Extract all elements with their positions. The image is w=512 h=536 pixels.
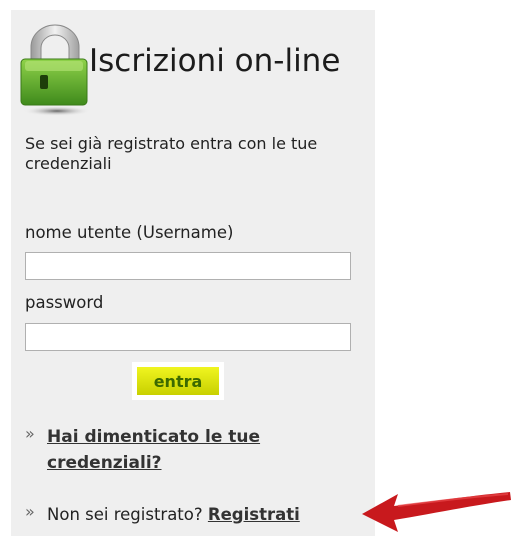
red-arrow-icon xyxy=(362,492,511,532)
chevron-right-icon: » xyxy=(25,502,35,521)
forgot-credentials-link[interactable]: Hai dimenticato le tue credenziali? xyxy=(47,424,327,476)
login-button[interactable]: entra xyxy=(137,367,219,395)
username-input[interactable] xyxy=(25,252,351,280)
password-input[interactable] xyxy=(25,323,351,351)
password-label: password xyxy=(25,293,104,312)
chevron-right-icon: » xyxy=(25,424,35,443)
username-label: nome utente (Username) xyxy=(25,223,234,242)
not-registered-text: Non sei registrato? xyxy=(47,505,203,524)
page-title: Iscrizioni on-line xyxy=(89,43,341,79)
register-link[interactable]: Registrati xyxy=(208,505,300,524)
register-prompt: Non sei registrato? Registrati xyxy=(47,502,300,528)
padlock-icon xyxy=(20,24,91,116)
submit-button-frame: entra xyxy=(132,362,224,400)
intro-text: Se sei già registrato entra con le tue c… xyxy=(25,134,318,173)
